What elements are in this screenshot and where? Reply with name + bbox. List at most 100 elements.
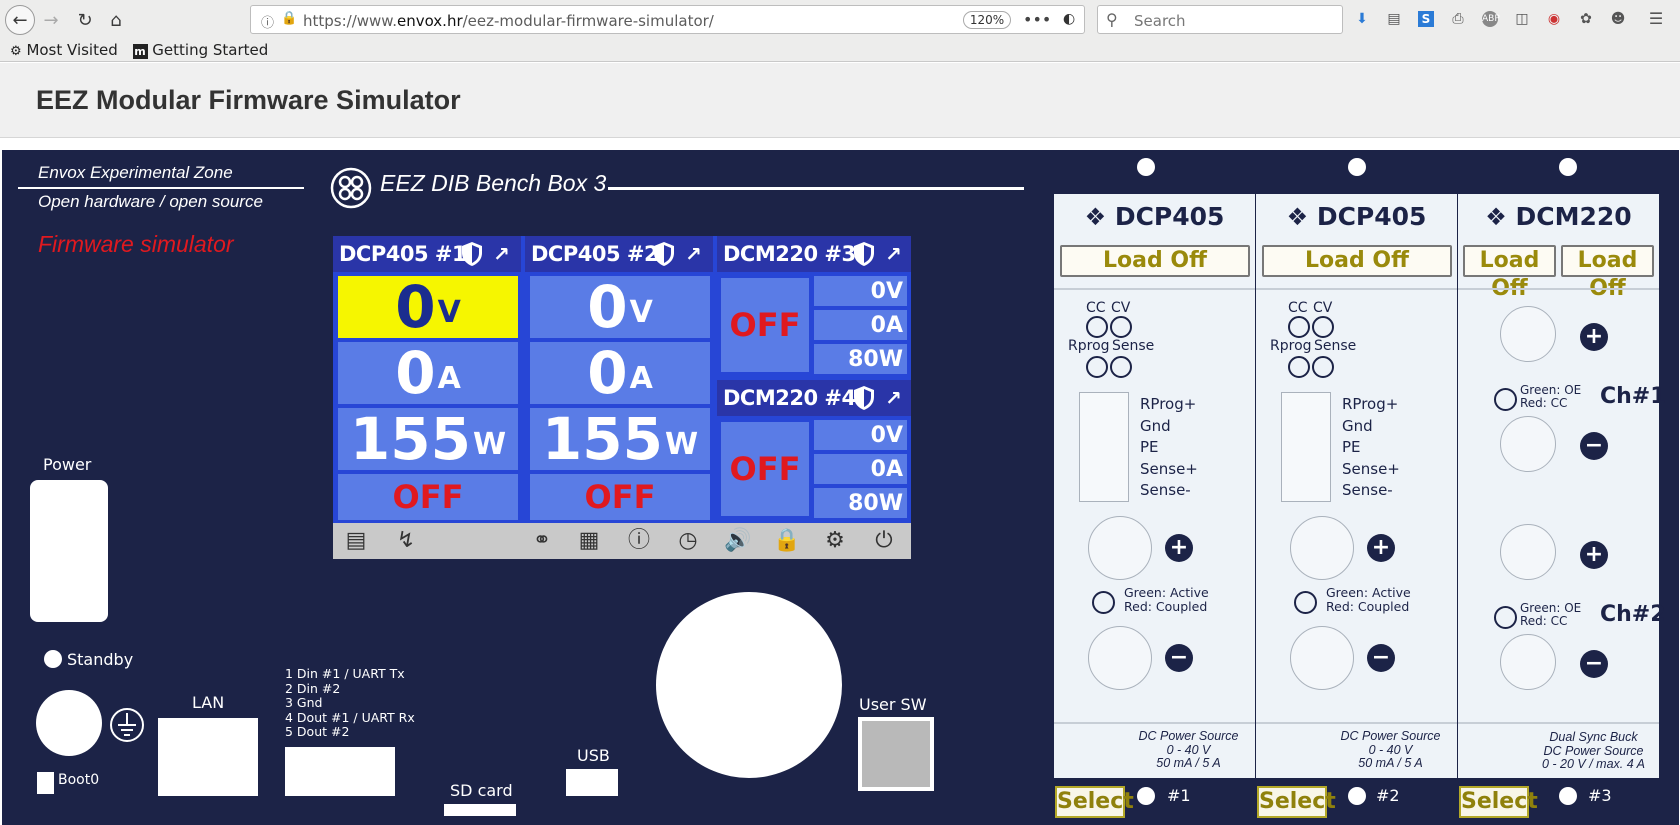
eez-logo-icon (330, 167, 372, 209)
voltage-value: 0 (395, 273, 436, 341)
select-slot-1-button[interactable]: Select (1055, 786, 1134, 818)
io-connector[interactable] (285, 747, 395, 796)
channel-4-output-state[interactable]: OFF (721, 422, 809, 516)
external-link-icon[interactable]: ↗ (493, 236, 510, 272)
info-icon[interactable]: ⓘ (626, 528, 652, 554)
account-icon[interactable]: ☻ (1610, 11, 1626, 27)
output-terminal-positive (1290, 516, 1354, 580)
load-off-button-ch1[interactable]: Load Off (1463, 245, 1556, 301)
boot0-switch[interactable] (37, 772, 54, 794)
bookmark-most-visited[interactable]: Most Visited (26, 41, 117, 59)
page-actions-icon[interactable]: ••• (1023, 10, 1051, 29)
power-switch[interactable] (30, 480, 108, 622)
sound-icon[interactable]: 🔊 (724, 528, 751, 554)
simulator-label: Firmware simulator (38, 231, 234, 257)
minus-icon: − (1580, 650, 1608, 678)
back-button[interactable]: ← (5, 5, 35, 35)
plus-icon: + (1580, 323, 1608, 351)
settings-gear-icon[interactable]: ⚙ (822, 528, 848, 554)
url-bar[interactable]: ⓘ 🔒 https://www.envox.hr/eez-modular-fir… (250, 5, 1085, 34)
channel-3-current[interactable]: 0A (814, 310, 907, 340)
channel-1-current[interactable]: 0A (338, 339, 518, 407)
forward-arrow-icon: → (43, 9, 59, 31)
channel-1-output-state[interactable]: OFF (338, 474, 518, 520)
channel-2-output-state[interactable]: OFF (530, 474, 710, 520)
sdcard-label: SD card (450, 781, 513, 800)
channel-2-voltage[interactable]: 0V (530, 273, 710, 341)
select-slot-2-button[interactable]: Select (1257, 786, 1336, 818)
home-button[interactable]: ⌂ (101, 5, 131, 35)
usb-port[interactable] (566, 769, 618, 796)
channel-4-voltage[interactable]: 0V (814, 420, 907, 450)
standby-led (44, 650, 62, 668)
download-icon[interactable]: ⬇ (1354, 11, 1370, 27)
library-icon[interactable]: ▤ (1386, 11, 1402, 27)
external-link-icon[interactable]: ↗ (885, 380, 902, 416)
module-title: ❖ DCM220 (1458, 202, 1659, 231)
user-switch-label: User SW (859, 695, 927, 714)
gnome-icon[interactable]: ✿ (1578, 11, 1594, 27)
load-off-button[interactable]: Load Off (1262, 245, 1452, 277)
load-off-button-ch2[interactable]: Load Off (1561, 245, 1654, 301)
channel-2-current[interactable]: 0A (530, 339, 710, 407)
channel-1-voltage[interactable]: 0V (338, 273, 518, 341)
channel-3-voltage[interactable]: 0V (814, 276, 907, 306)
bookmark-getting-started[interactable]: Getting Started (152, 41, 268, 59)
channel-3-power[interactable]: 80W (814, 344, 907, 374)
protection-shield-icon[interactable] (653, 241, 675, 267)
lan-port[interactable] (158, 718, 258, 796)
external-link-icon[interactable]: ↗ (885, 236, 902, 272)
skype-icon[interactable]: S (1418, 11, 1434, 27)
channel-2-header[interactable]: DCP405 #2 ↗ (525, 236, 713, 272)
encoder-knob[interactable] (656, 592, 842, 778)
bookmarks-bar: ⚙ Most Visited m Getting Started (10, 41, 268, 59)
external-link-icon[interactable]: ↗ (685, 236, 702, 272)
sidebar-icon[interactable]: ◫ (1514, 11, 1530, 27)
print-icon[interactable]: ⎙ (1450, 11, 1466, 27)
module-slot-3: ❖ DCM220 Load Off Load Off + Green: OE Re… (1458, 194, 1666, 778)
clock-icon[interactable]: ◷ (675, 528, 701, 554)
usb-icon[interactable]: ↯ (393, 528, 419, 554)
power-value: 155 (349, 405, 471, 473)
forward-button[interactable]: → (36, 5, 66, 35)
terminal-block (1281, 392, 1331, 502)
link-icon[interactable]: ⚭ (529, 528, 555, 554)
menu-icon[interactable]: ☰ (1648, 11, 1664, 27)
channel-4-header[interactable]: DCM220 #4 ↗ (717, 380, 911, 416)
url-text[interactable]: https://www.envox.hr/eez-modular-firmwar… (303, 12, 714, 30)
sdcard-slot[interactable] (444, 804, 516, 816)
zoom-indicator[interactable]: 120% (963, 11, 1011, 29)
channel-4-power[interactable]: 80W (814, 488, 907, 518)
reload-button[interactable]: ↻ (70, 5, 100, 35)
current-value: 0 (587, 339, 628, 407)
extension-icon[interactable]: ◉ (1546, 11, 1562, 27)
protection-shield-icon[interactable] (461, 241, 483, 267)
search-bar[interactable]: ⚲ Search (1097, 5, 1343, 34)
file-manager-icon[interactable]: ▦ (576, 528, 602, 554)
channel-1-header[interactable]: DCP405 #1 ↗ (333, 236, 521, 272)
minus-icon: − (1367, 644, 1395, 672)
select-slot-3-button[interactable]: Select (1459, 786, 1538, 818)
led-red-label: Red: Coupled (1326, 599, 1410, 614)
channel-4-current[interactable]: 0A (814, 454, 907, 484)
load-off-button[interactable]: Load Off (1060, 245, 1250, 277)
channel-2-power[interactable]: 155 W (530, 405, 710, 473)
tracking-icon[interactable]: ◐ (1063, 11, 1075, 27)
channel-3-header[interactable]: DCM220 #3 ↗ (717, 236, 911, 272)
protection-shield-icon[interactable] (853, 385, 875, 411)
info-icon[interactable]: ⓘ (261, 12, 274, 31)
divider (18, 187, 304, 189)
channel-1-power[interactable]: 155 W (338, 405, 518, 473)
channel-3-output-state[interactable]: OFF (721, 278, 809, 372)
ch1-led (1494, 388, 1517, 411)
log-icon[interactable]: ▤ (343, 528, 369, 554)
protection-shield-icon[interactable] (853, 241, 875, 267)
lock-icon[interactable]: 🔒 (773, 528, 800, 554)
desc-line: Dual Sync Buck (1549, 730, 1638, 744)
adblock-icon[interactable]: ABP (1482, 11, 1500, 27)
plus-icon: + (1367, 534, 1395, 562)
power-off-icon[interactable]: ⏻ (871, 528, 897, 554)
standby-button[interactable] (36, 690, 102, 756)
user-switch[interactable] (858, 717, 934, 791)
url-path: /eez-modular-firmware-simulator/ (462, 12, 714, 30)
